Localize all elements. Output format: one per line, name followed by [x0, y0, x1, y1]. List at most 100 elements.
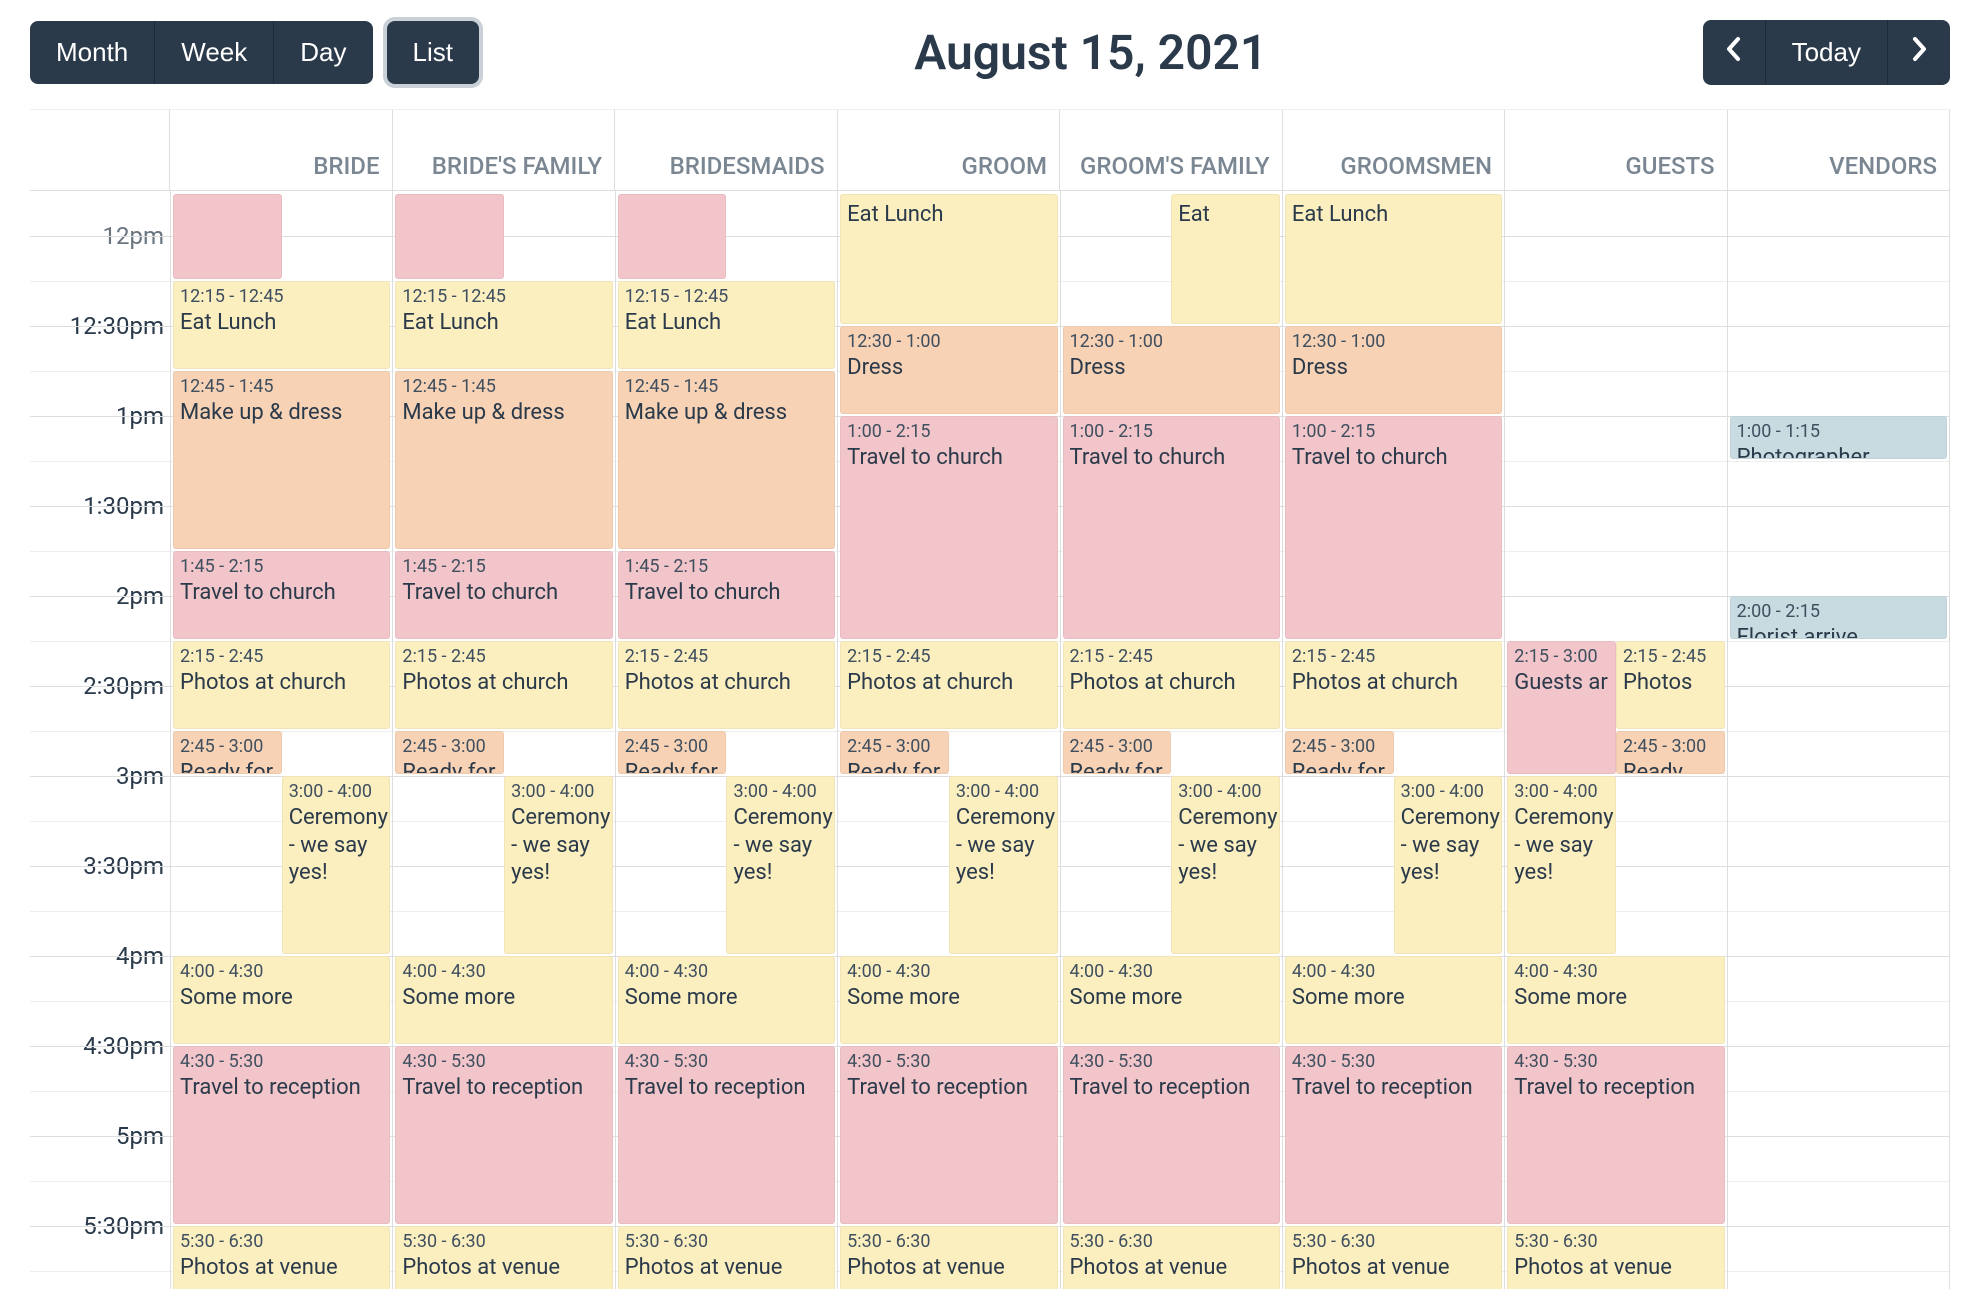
- calendar-event[interactable]: 2:15 - 3:00Guests ar: [1507, 641, 1616, 774]
- calendar-event[interactable]: 2:15 - 2:45Photos at church: [173, 641, 390, 729]
- resource-column[interactable]: 1:00 - 1:15Photographer 2:00 - 2:15Floris…: [1728, 191, 1950, 1289]
- calendar-event[interactable]: 2:45 - 3:00Ready for: [173, 731, 282, 774]
- calendar-event[interactable]: 3:00 - 4:00Ceremony - we say yes!: [726, 776, 835, 954]
- event-title: Florist arrive: [1737, 624, 1940, 639]
- calendar-event[interactable]: 2:15 - 2:45Photos: [1616, 641, 1725, 729]
- calendar-event[interactable]: 5:30 - 6:30Photos at venue: [1063, 1226, 1280, 1289]
- calendar-event[interactable]: 5:30 - 6:30Photos at venue: [1285, 1226, 1502, 1289]
- calendar-event[interactable]: 4:00 - 4:30Some more: [840, 956, 1057, 1044]
- event-time: 2:45 - 3:00: [402, 736, 497, 757]
- calendar-event[interactable]: 4:00 - 4:30Some more: [1285, 956, 1502, 1044]
- calendar-event[interactable]: 1:00 - 2:15Travel to church: [1285, 416, 1502, 639]
- calendar-event[interactable]: 1:45 - 2:15Travel to church: [395, 551, 612, 639]
- prev-button[interactable]: [1703, 20, 1765, 85]
- view-day-button[interactable]: Day: [273, 21, 372, 84]
- event-time: 2:15 - 3:00: [1514, 646, 1609, 667]
- next-button[interactable]: [1887, 20, 1950, 85]
- calendar-event[interactable]: 12:15 - 12:45Eat Lunch: [618, 281, 835, 369]
- calendar-event[interactable]: 2:15 - 2:45Photos at church: [840, 641, 1057, 729]
- calendar-event[interactable]: 2:00 - 2:15Florist arrive: [1730, 596, 1947, 639]
- event-title: Photos at venue: [625, 1254, 828, 1282]
- calendar-event[interactable]: 4:30 - 5:30Travel to reception: [1507, 1046, 1724, 1224]
- view-week-button[interactable]: Week: [154, 21, 273, 84]
- calendar-event[interactable]: 2:15 - 2:45Photos at church: [1063, 641, 1280, 729]
- calendar-event[interactable]: 4:00 - 4:30Some more: [1063, 956, 1280, 1044]
- calendar-event[interactable]: 4:00 - 4:30Some more: [618, 956, 835, 1044]
- calendar-event[interactable]: 3:00 - 4:00Ceremony - we say yes!: [1171, 776, 1280, 954]
- calendar-event[interactable]: 12:45 - 1:45Make up & dress: [173, 371, 390, 549]
- calendar-event[interactable]: 4:30 - 5:30Travel to reception: [618, 1046, 835, 1224]
- calendar-event[interactable]: 1:00 - 1:15Photographer: [1730, 416, 1947, 459]
- event-time: 4:30 - 5:30: [180, 1051, 383, 1072]
- calendar-event[interactable]: 12:45 - 1:45Make up & dress: [395, 371, 612, 549]
- calendar-body[interactable]: 12pm12:30pm1pm1:30pm2pm2:30pm3pm3:30pm4p…: [30, 191, 1950, 1289]
- calendar-event[interactable]: 4:30 - 5:30Travel to reception: [1063, 1046, 1280, 1224]
- calendar-event[interactable]: 1:00 - 2:15Travel to church: [1063, 416, 1280, 639]
- calendar-event[interactable]: 3:00 - 4:00Ceremony - we say yes!: [949, 776, 1058, 954]
- calendar-event[interactable]: 1:45 - 2:15Travel to church: [173, 551, 390, 639]
- calendar-event[interactable]: 5:30 - 6:30Photos at venue: [840, 1226, 1057, 1289]
- calendar-event[interactable]: 5:30 - 6:30Photos at venue: [395, 1226, 612, 1289]
- calendar-event[interactable]: 1:45 - 2:15Travel to church: [618, 551, 835, 639]
- resource-column[interactable]: Eat Lunch12:30 - 1:00Dress1:00 - 2:15Tra…: [838, 191, 1060, 1289]
- resource-column[interactable]: Eat Lunch 12:30 - 1:00Dress1:00 - 2:15Tra…: [1283, 191, 1505, 1289]
- view-list-button[interactable]: List: [387, 21, 479, 84]
- calendar-event[interactable]: 4:30 - 5:30Travel to reception: [840, 1046, 1057, 1224]
- calendar-event[interactable]: 4:00 - 4:30Some more: [1507, 956, 1724, 1044]
- event-title: Eat Lunch: [180, 309, 383, 337]
- calendar-event[interactable]: 3:00 - 4:00Ceremony - we say yes!: [504, 776, 613, 954]
- event-time: 2:15 - 2:45: [1292, 646, 1495, 667]
- calendar-event[interactable]: 3:00 - 4:00Ceremony - we say yes!: [282, 776, 391, 954]
- calendar-event[interactable]: 2:45 - 3:00Ready for: [840, 731, 949, 774]
- calendar-event[interactable]: [173, 194, 282, 279]
- calendar-event[interactable]: 3:00 - 4:00Ceremony - we say yes!: [1394, 776, 1503, 954]
- calendar-event[interactable]: 12:15 - 12:45Eat Lunch: [173, 281, 390, 369]
- calendar-event[interactable]: 2:45 - 3:00Ready for: [618, 731, 727, 774]
- event-title: Some more: [625, 984, 828, 1012]
- today-button[interactable]: Today: [1765, 20, 1887, 85]
- calendar-event[interactable]: 12:15 - 12:45Eat Lunch: [395, 281, 612, 369]
- calendar-event[interactable]: 1:00 - 2:15Travel to church: [840, 416, 1057, 639]
- calendar-event[interactable]: 4:30 - 5:30Travel to reception: [173, 1046, 390, 1224]
- calendar-event[interactable]: Eat: [1171, 194, 1280, 324]
- calendar-event[interactable]: 4:00 - 4:30Some more: [395, 956, 612, 1044]
- event-time: 3:00 - 4:00: [956, 781, 1051, 802]
- calendar-event[interactable]: 5:30 - 6:30Photos at venue: [173, 1226, 390, 1289]
- calendar-event[interactable]: 2:45 - 3:00Ready for: [1285, 731, 1394, 774]
- calendar-event[interactable]: 4:00 - 4:30Some more: [173, 956, 390, 1044]
- time-axis: 12pm12:30pm1pm1:30pm2pm2:30pm3pm3:30pm4p…: [30, 191, 170, 1289]
- calendar-event[interactable]: 2:15 - 2:45Photos at church: [618, 641, 835, 729]
- calendar-event[interactable]: 12:30 - 1:00Dress: [1063, 326, 1280, 414]
- view-month-button[interactable]: Month: [30, 21, 154, 84]
- calendar-event[interactable]: 2:45 - 3:00Ready: [1616, 731, 1725, 774]
- calendar-event[interactable]: 4:30 - 5:30Travel to reception: [1285, 1046, 1502, 1224]
- resource-column[interactable]: 12:15 - 12:45Eat Lunch12:45 - 1:45Make u…: [393, 191, 615, 1289]
- calendar-event[interactable]: 12:30 - 1:00Dress: [1285, 326, 1502, 414]
- event-time: 4:00 - 4:30: [1514, 961, 1717, 982]
- resource-column[interactable]: 12:15 - 12:45Eat Lunch12:45 - 1:45Make u…: [170, 191, 393, 1289]
- event-title: Eat Lunch: [1292, 201, 1495, 229]
- calendar-event[interactable]: 5:30 - 6:30Photos at venue: [618, 1226, 835, 1289]
- calendar-event[interactable]: 2:45 - 3:00Ready for: [395, 731, 504, 774]
- calendar-event[interactable]: [618, 194, 727, 279]
- event-title: Guests ar: [1514, 669, 1609, 697]
- calendar-event[interactable]: 12:30 - 1:00Dress: [840, 326, 1057, 414]
- calendar-event[interactable]: 5:30 - 6:30Photos at venue: [1507, 1226, 1724, 1289]
- resource-column[interactable]: Eat12:30 - 1:00Dress1:00 - 2:15Travel to…: [1061, 191, 1283, 1289]
- calendar-event[interactable]: Eat Lunch: [1285, 194, 1502, 324]
- calendar-event[interactable]: 2:15 - 2:45Photos at church: [395, 641, 612, 729]
- event-title: Travel to reception: [847, 1074, 1050, 1102]
- calendar-event[interactable]: Eat Lunch: [840, 194, 1057, 324]
- calendar-event[interactable]: 2:15 - 2:45Photos at church: [1285, 641, 1502, 729]
- calendar-event[interactable]: 3:00 - 4:00Ceremony - we say yes!: [1507, 776, 1616, 954]
- calendar-event[interactable]: 4:30 - 5:30Travel to reception: [395, 1046, 612, 1224]
- calendar-event[interactable]: [395, 194, 504, 279]
- event-time: 4:00 - 4:30: [625, 961, 828, 982]
- calendar-event[interactable]: 2:45 - 3:00Ready for: [1063, 731, 1172, 774]
- resource-column[interactable]: 12:15 - 12:45Eat Lunch12:45 - 1:45Make u…: [616, 191, 838, 1289]
- calendar-event[interactable]: 12:45 - 1:45Make up & dress: [618, 371, 835, 549]
- event-title: Travel to church: [1070, 444, 1273, 472]
- resource-column[interactable]: 2:15 - 3:00Guests ar2:15 - 2:45Photos2:4…: [1505, 191, 1727, 1289]
- event-time: 3:00 - 4:00: [733, 781, 828, 802]
- event-time: 4:00 - 4:30: [1292, 961, 1495, 982]
